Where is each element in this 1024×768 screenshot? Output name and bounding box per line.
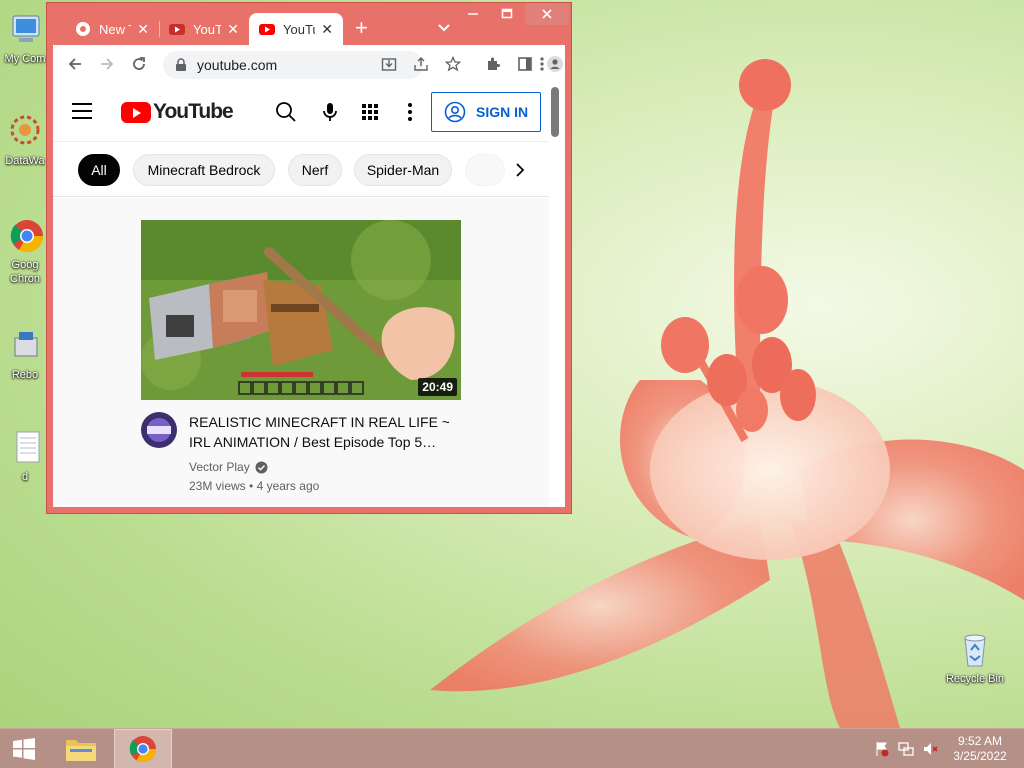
minimize-icon <box>468 13 478 15</box>
account-circle-icon <box>444 101 466 123</box>
datawarp-icon <box>10 115 40 145</box>
chevron-down-icon[interactable] <box>437 21 451 35</box>
apps-grid-icon[interactable] <box>359 101 381 123</box>
category-chips: All Minecraft Bedrock Nerf Spider-Man <box>53 141 549 197</box>
youtube-logo-text: YouTube <box>153 100 234 123</box>
bookmark-star-icon[interactable] <box>445 56 461 72</box>
chip-partial[interactable] <box>465 154 505 186</box>
tab-title: YouTu <box>283 21 315 37</box>
chrome-icon <box>10 220 44 253</box>
chip-all[interactable]: All <box>78 154 120 186</box>
chrome-icon <box>129 736 157 763</box>
tab-title: New T <box>99 21 131 37</box>
minecraft-thumbnail-image <box>141 220 461 400</box>
page-scrollbar[interactable] <box>551 87 559 137</box>
hamburger-menu-icon[interactable] <box>72 103 92 119</box>
video-title-line1: REALISTIC MINECRAFT IN REAL LIFE ~ <box>189 414 449 430</box>
share-icon[interactable] <box>413 56 429 72</box>
recycle-bin-icon <box>964 634 986 667</box>
video-title[interactable]: REALISTIC MINECRAFT IN REAL LIFE ~ IRL A… <box>189 412 449 452</box>
channel-avatar[interactable] <box>141 412 177 448</box>
sign-in-button[interactable]: SIGN IN <box>431 92 541 132</box>
view-count: 23M views <box>189 479 246 493</box>
verified-check-icon <box>255 461 268 473</box>
upload-age: 4 years ago <box>256 479 320 493</box>
chrome-window[interactable]: New T ✕ YouTu ✕ YouTu ✕ + <box>46 2 572 514</box>
video-duration: 20:49 <box>418 378 457 396</box>
more-menu-icon[interactable] <box>537 55 547 73</box>
video-metadata: 23M views • 4 years ago <box>189 479 319 493</box>
video-title-line2: IRL ANIMATION / Best Episode Top 5… <box>189 434 437 450</box>
youtube-header: YouTube SIGN IN <box>53 83 549 141</box>
video-thumbnail[interactable]: 20:49 <box>141 220 461 400</box>
maximize-icon <box>501 8 513 19</box>
browser-toolbar: youtube.com <box>53 45 565 83</box>
address-text: youtube.com <box>197 57 278 73</box>
youtube-favicon <box>169 24 185 35</box>
minimize-button[interactable] <box>457 3 489 25</box>
chip-spider-man[interactable]: Spider-Man <box>354 154 452 186</box>
tab-strip: New T ✕ YouTu ✕ YouTu ✕ + <box>47 3 571 45</box>
document-icon <box>16 431 40 463</box>
tab-youtube-1[interactable]: YouTu ✕ <box>159 13 249 45</box>
close-icon[interactable]: ✕ <box>321 21 333 38</box>
tab-new-tab[interactable]: New T ✕ <box>65 13 159 45</box>
youtube-play-icon <box>121 101 151 123</box>
youtube-logo[interactable]: YouTube <box>121 100 234 124</box>
taskbar: 9:52 AM 3/25/2022 <box>0 728 1024 768</box>
reboot-icon <box>14 332 38 357</box>
maximize-button[interactable] <box>491 3 523 25</box>
tab-youtube-active[interactable]: YouTu ✕ <box>249 13 343 45</box>
clock-date: 3/25/2022 <box>953 749 1007 763</box>
settings-more-icon[interactable] <box>399 101 421 123</box>
taskbar-file-explorer[interactable] <box>56 729 106 768</box>
computer-icon <box>12 15 40 42</box>
lock-icon[interactable] <box>175 58 187 72</box>
tab-title: YouTu <box>193 21 222 37</box>
volume-muted-icon[interactable] <box>922 741 938 757</box>
search-icon[interactable] <box>275 101 297 123</box>
taskbar-chrome[interactable] <box>114 729 172 768</box>
install-app-icon[interactable] <box>381 56 397 72</box>
network-icon[interactable] <box>898 741 914 757</box>
channel-name-text: Vector Play <box>189 460 250 474</box>
new-tab-button[interactable]: + <box>355 17 368 39</box>
windows-logo-icon <box>13 738 35 760</box>
side-panel-icon[interactable] <box>517 56 533 72</box>
chip-label: All <box>91 162 107 178</box>
system-clock[interactable]: 9:52 AM 3/25/2022 <box>945 734 1015 764</box>
chip-label: Nerf <box>301 162 329 178</box>
sign-in-label: SIGN IN <box>476 104 529 120</box>
chip-nerf[interactable]: Nerf <box>288 154 342 186</box>
forward-arrow-icon[interactable] <box>99 56 115 72</box>
folder-icon <box>66 740 96 761</box>
microphone-icon[interactable] <box>319 101 341 123</box>
video-feed: 20:49 REALISTIC MINECRAFT IN REAL LIFE ~… <box>53 198 549 507</box>
action-center-flag-icon[interactable] <box>874 741 890 757</box>
reload-icon[interactable] <box>131 56 147 72</box>
channel-name[interactable]: Vector Play <box>189 460 268 474</box>
meta-separator: • <box>249 479 254 493</box>
chip-label: Minecraft Bedrock <box>147 162 261 178</box>
clock-time: 9:52 AM <box>957 734 1003 748</box>
profile-icon[interactable] <box>547 56 563 72</box>
close-icon[interactable]: ✕ <box>227 21 239 38</box>
chrome-favicon <box>76 22 90 36</box>
desktop-icon-label: Recycle Bin <box>945 673 1005 685</box>
start-button[interactable] <box>0 729 48 768</box>
chip-minecraft-bedrock[interactable]: Minecraft Bedrock <box>133 154 275 186</box>
close-icon[interactable]: ✕ <box>137 21 149 38</box>
page-content: YouTube SIGN IN All Minecraft Bedrock Ne… <box>53 83 565 507</box>
close-icon <box>542 9 552 19</box>
extensions-icon[interactable] <box>485 56 501 72</box>
desktop-icon-recycle-bin[interactable]: Recycle Bin <box>940 630 1010 686</box>
chip-label: Spider-Man <box>366 162 440 178</box>
youtube-favicon <box>259 24 275 35</box>
chevron-right-icon[interactable] <box>508 158 532 182</box>
vector-play-avatar-image <box>141 412 177 448</box>
close-window-button[interactable] <box>525 3 569 25</box>
back-arrow-icon[interactable] <box>67 56 83 72</box>
